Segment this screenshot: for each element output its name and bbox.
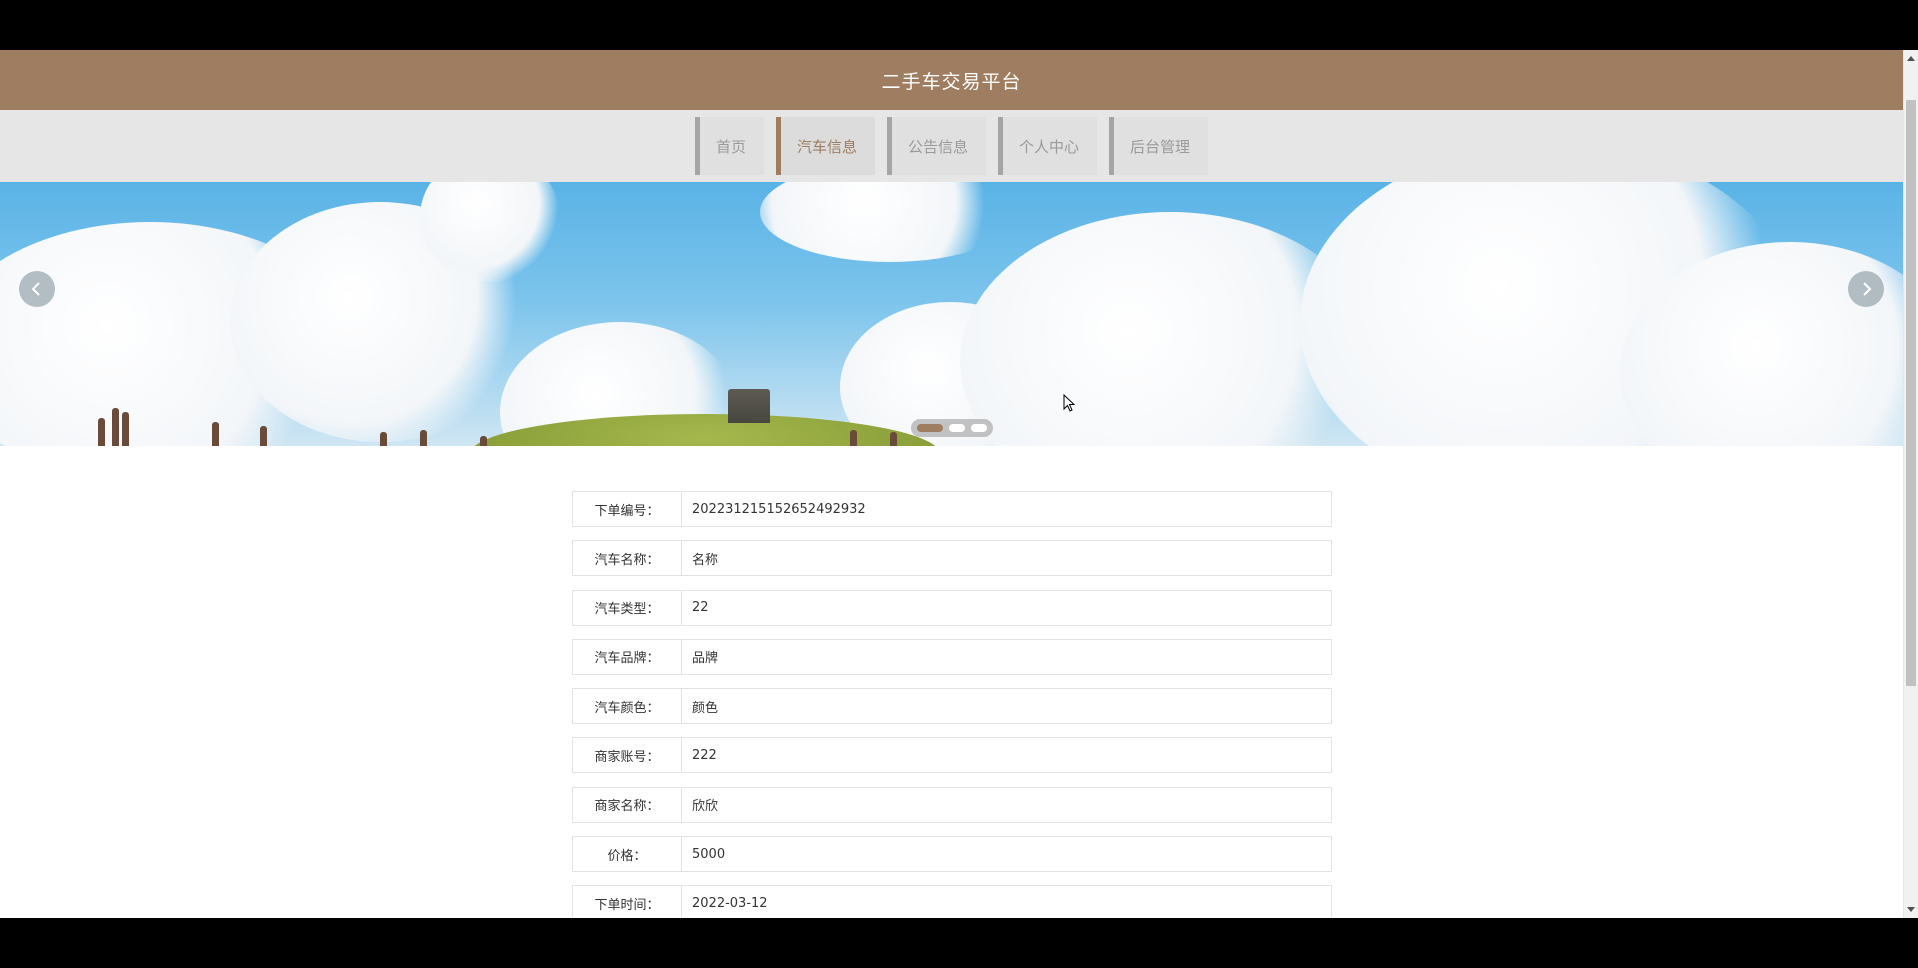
person-figure [122,412,129,446]
carousel-dot-3[interactable] [971,424,987,432]
letterbox-top [0,0,1918,50]
field-label: 汽车名称： [572,540,682,577]
field-merchant-account: 商家账号： 222 [572,737,1332,774]
field-label: 汽车颜色： [572,688,682,725]
nav-item-label: 个人中心 [1019,137,1080,156]
field-car-name: 汽车名称： 名称 [572,540,1332,577]
field-label: 下单编号： [572,491,682,527]
scroll-thumb[interactable] [1906,100,1916,686]
carousel-dot-2[interactable] [949,424,965,432]
field-car-brand: 汽车品牌： 品牌 [572,638,1332,675]
person-figure [850,430,857,446]
nav-item-label: 后台管理 [1130,137,1191,156]
field-value: 品牌 [682,638,1332,675]
person-figure [890,432,897,446]
field-merchant-name: 商家名称： 欣欣 [572,786,1332,823]
carousel-indicators [911,419,993,437]
chevron-left-icon [31,282,40,296]
carousel-dot-1[interactable] [917,424,943,432]
field-price: 价格： 5000 [572,836,1332,873]
field-label: 价格： [572,836,682,873]
field-value: 2022-03-12 [682,885,1332,918]
field-car-type: 汽车类型： 22 [572,589,1332,626]
field-value: 22 [682,589,1332,626]
field-label: 汽车品牌： [572,638,682,675]
nav-item-car-info[interactable]: 汽车信息 [775,117,875,175]
banner-prev-button[interactable] [19,271,55,307]
people-decoration [0,406,1000,446]
field-value: 欣欣 [682,786,1332,823]
vertical-scrollbar[interactable] [1903,50,1918,918]
nav-item-label: 汽车信息 [796,137,857,156]
nav-item-label: 首页 [715,137,746,156]
nav-item-announcements[interactable]: 公告信息 [886,117,986,175]
field-label: 汽车类型： [572,589,682,626]
page: 二手车交易平台 首页 汽车信息 公告信息 个人中心 后台管理 下单编号： 202… [0,50,1903,918]
field-label: 下单时间： [572,885,682,918]
person-figure [260,426,267,446]
nav-item-personal-center[interactable]: 个人中心 [998,117,1098,175]
order-detail-form: 下单编号： 20223121515265249​2932 汽车名称： 名称 汽车… [572,491,1332,918]
field-label: 商家名称： [572,786,682,823]
field-order-number: 下单编号： 20223121515265249​2932 [572,491,1332,527]
person-figure [212,422,219,446]
person-figure [112,408,119,446]
field-label: 商家账号： [572,737,682,774]
person-figure [98,418,105,446]
mouse-cursor-icon [1063,394,1075,412]
banner-next-button[interactable] [1848,271,1884,307]
field-value: 222 [682,737,1332,774]
scroll-down-icon[interactable] [1907,907,1915,912]
nav-item-label: 公告信息 [907,137,968,156]
chevron-right-icon [1863,282,1872,296]
site-header: 二手车交易平台 [0,50,1903,110]
banner-carousel [0,182,1903,446]
letterbox-bottom [0,918,1918,968]
field-value: 名称 [682,540,1332,577]
browser-viewport: 二手车交易平台 首页 汽车信息 公告信息 个人中心 后台管理 下单编号： 202… [0,50,1918,918]
field-order-time: 下单时间： 2022-03-12 [572,885,1332,918]
scroll-up-icon[interactable] [1907,56,1915,61]
person-figure [380,432,387,446]
person-figure [480,436,487,446]
cloud-decoration [760,182,1020,262]
nav-item-admin[interactable]: 后台管理 [1109,117,1209,175]
field-value: 5000 [682,836,1332,873]
field-value: 颜色 [682,688,1332,725]
main-nav: 首页 汽车信息 公告信息 个人中心 后台管理 [0,110,1903,182]
person-figure [420,430,427,446]
field-value: 20223121515265249​2932 [682,491,1332,527]
site-title: 二手车交易平台 [881,70,1022,93]
field-car-color: 汽车颜色： 颜色 [572,688,1332,725]
nav-item-home[interactable]: 首页 [694,117,764,175]
